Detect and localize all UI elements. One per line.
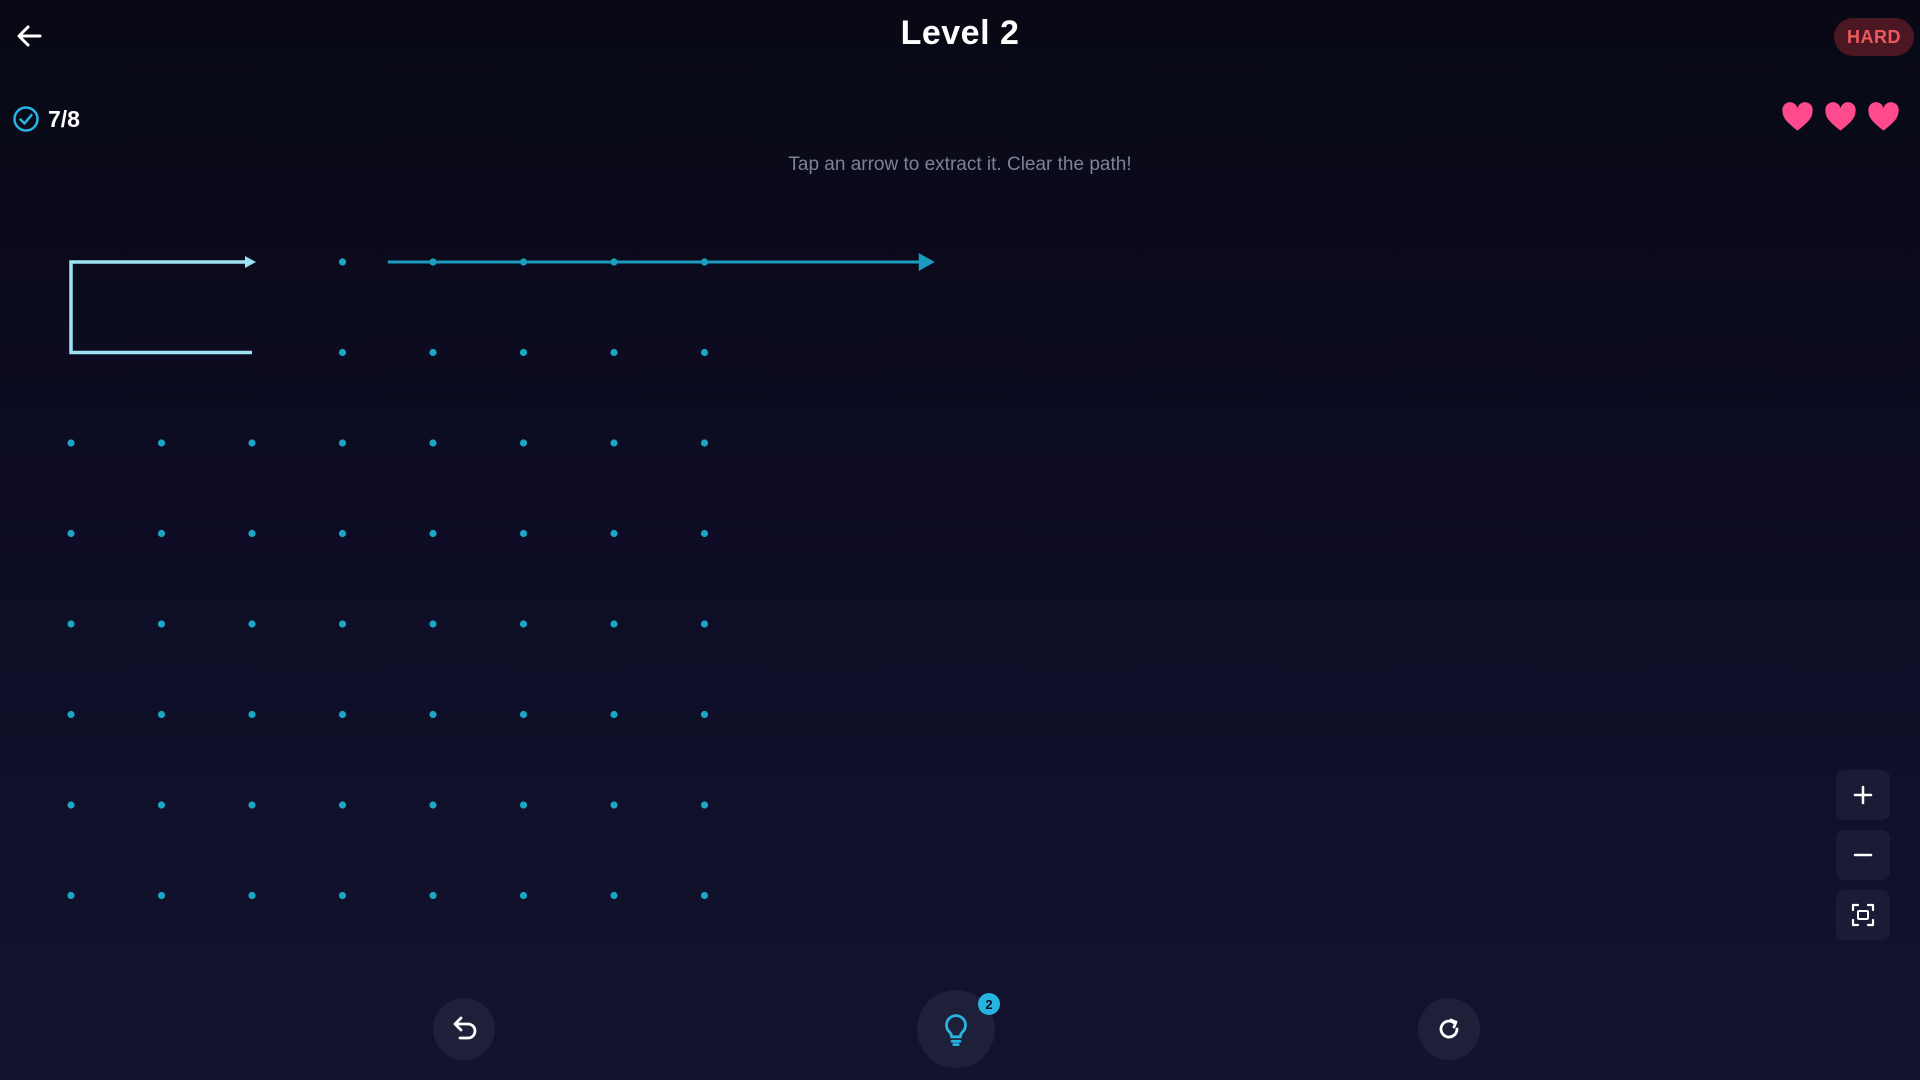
grid-dot: [700, 348, 709, 357]
arrows-layer: [69, 253, 935, 355]
restart-icon: [1439, 1018, 1459, 1039]
grid-dot: [157, 620, 166, 628]
grid-dot: [429, 710, 437, 719]
grid-dot: [157, 891, 166, 900]
grid-dot: [248, 529, 256, 538]
grid-dot: [338, 620, 347, 628]
arrow-head[interactable]: [918, 253, 935, 271]
heart-icon: [1825, 102, 1856, 131]
grid-dot: [157, 529, 166, 538]
check-circle-icon: [13, 106, 39, 132]
arrow-long[interactable]: [387, 253, 935, 271]
grid-dot: [429, 529, 437, 538]
grid-dot: [519, 620, 528, 628]
grid-dot: [338, 710, 347, 719]
grid-dot: [67, 529, 75, 538]
restart-button[interactable]: [1418, 998, 1480, 1060]
grid-dot: [338, 348, 347, 357]
grid-dot: [67, 801, 75, 809]
grid-dot: [338, 258, 347, 266]
grid-dot: [519, 439, 528, 447]
grid-dot: [338, 801, 347, 809]
grid-dot: [248, 439, 256, 447]
progress-counter: 7/8: [12, 105, 80, 133]
hint-count-badge: 2: [978, 993, 1000, 1015]
grid-dot: [248, 620, 256, 628]
grid-dot: [700, 620, 709, 628]
grid-dot: [610, 529, 618, 538]
instruction-text: Tap an arrow to extract it. Clear the pa…: [788, 154, 1132, 175]
grid-dot: [610, 348, 618, 357]
grid-dot: [610, 710, 618, 719]
grid-dot: [338, 439, 347, 447]
heart-icon: [1868, 102, 1899, 131]
arrow-head[interactable]: [245, 256, 256, 268]
grid-dot: [67, 891, 75, 900]
heart-icon: [1782, 102, 1813, 131]
grid-dot: [67, 620, 75, 628]
zoom-in-button[interactable]: [1836, 770, 1890, 820]
grid-dot: [519, 891, 528, 900]
arrow-body[interactable]: [69, 260, 252, 355]
lightbulb-icon: [945, 1014, 967, 1047]
grid-dot: [700, 439, 709, 447]
grid-dot: [248, 801, 256, 809]
level-title: Level 2: [900, 14, 1020, 52]
grid-dot: [700, 529, 709, 538]
grid-dot: [429, 801, 437, 809]
grid-dot: [248, 710, 256, 719]
grid-dot: [700, 801, 709, 809]
grid-dot: [519, 529, 528, 538]
grid-dots: [67, 258, 709, 900]
minus-icon: [1853, 853, 1873, 857]
grid-dot: [610, 620, 618, 628]
plus-icon: [1853, 785, 1873, 805]
grid-dot: [338, 529, 347, 538]
grid-dot: [157, 801, 166, 809]
zoom-out-button[interactable]: [1836, 830, 1890, 880]
grid-dot: [248, 891, 256, 900]
grid-dot: [429, 439, 437, 447]
grid-dot: [519, 710, 528, 719]
lives-display: [1781, 102, 1900, 132]
grid-dot: [429, 891, 437, 900]
fit-screen-icon: [1851, 903, 1875, 927]
grid-dot: [700, 891, 709, 900]
grid-dot: [700, 710, 709, 719]
grid-dot: [610, 891, 618, 900]
grid-dot: [519, 348, 528, 357]
grid-dot: [157, 710, 166, 719]
progress-text: 7/8: [48, 105, 80, 132]
arrow-hook[interactable]: [69, 256, 256, 355]
grid-dot: [429, 348, 437, 357]
difficulty-badge: HARD: [1834, 18, 1914, 56]
fit-screen-button[interactable]: [1836, 890, 1890, 940]
grid-dot: [610, 801, 618, 809]
grid-dot: [610, 439, 618, 447]
grid-dot: [67, 439, 75, 447]
grid-dot: [519, 801, 528, 809]
grid-dot: [67, 710, 75, 719]
grid-dot: [157, 439, 166, 447]
grid-dot: [338, 891, 347, 900]
undo-icon: [453, 1016, 477, 1040]
undo-button[interactable]: [433, 998, 495, 1060]
grid-dot: [429, 620, 437, 628]
